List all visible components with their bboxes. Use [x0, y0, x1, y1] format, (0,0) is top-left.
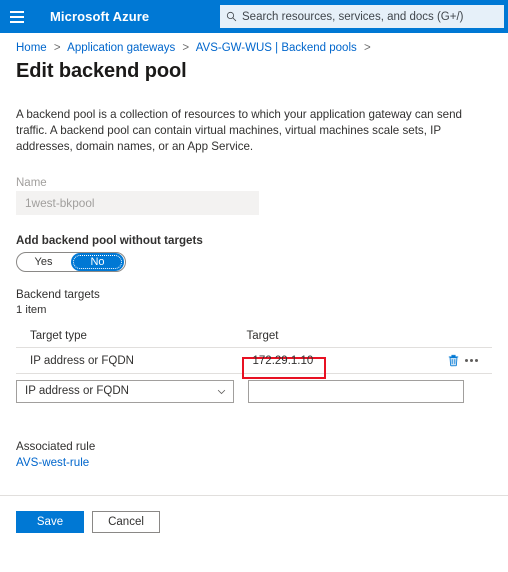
breadcrumb-separator: >	[363, 42, 371, 54]
name-field-label: Name	[16, 177, 47, 189]
breadcrumb: Home > Application gateways > AVS-GW-WUS…	[0, 33, 508, 54]
global-search-box[interactable]: Search resources, services, and docs (G+…	[220, 5, 504, 28]
page-description: A backend pool is a collection of resour…	[16, 108, 462, 153]
cell-target-value: 172.29.1.10	[252, 354, 314, 367]
breadcrumb-item-application-gateways[interactable]: Application gateways	[67, 42, 175, 54]
add-backend-pool-without-targets-toggle[interactable]: Yes No	[16, 252, 126, 272]
cell-target-type: IP address or FQDN	[30, 354, 134, 367]
hamburger-bar	[10, 20, 24, 23]
chevron-down-icon	[217, 389, 226, 394]
breadcrumb-separator: >	[182, 42, 190, 54]
cell-actions	[447, 354, 492, 367]
target-type-select[interactable]: IP address or FQDN	[16, 379, 234, 403]
ellipsis-dot	[470, 359, 474, 362]
trash-icon[interactable]	[447, 354, 460, 367]
save-button[interactable]: Save	[16, 511, 84, 533]
azure-brand-logo[interactable]: Microsoft Azure	[50, 9, 149, 24]
associated-rule-label: Associated rule	[16, 440, 96, 453]
breadcrumb-item-backend-pools[interactable]: AVS-GW-WUS | Backend pools	[196, 42, 357, 54]
breadcrumb-item-home[interactable]: Home	[16, 42, 47, 54]
breadcrumb-separator: >	[53, 42, 61, 54]
ellipsis-dot	[475, 359, 479, 362]
backend-targets-heading: Backend targets	[16, 288, 100, 301]
toggle-option-no[interactable]: No	[71, 253, 124, 271]
column-header-target: Target	[246, 329, 279, 342]
search-icon	[226, 11, 237, 22]
backend-targets-table: Target type Target IP address or FQDN 17…	[16, 324, 492, 406]
table-row: IP address or FQDN 172.29.1.10	[16, 348, 492, 379]
hamburger-bar	[10, 10, 24, 13]
global-search-placeholder: Search resources, services, and docs (G+…	[242, 10, 464, 23]
top-navigation-bar: Microsoft Azure Search resources, servic…	[0, 0, 508, 33]
add-without-targets-label: Add backend pool without targets	[16, 234, 203, 247]
page-content: Home > Application gateways > AVS-GW-WUS…	[0, 33, 508, 469]
backend-target-editor-row: IP address or FQDN	[16, 376, 492, 406]
target-type-select-value: IP address or FQDN	[25, 385, 129, 397]
hamburger-bar	[10, 15, 24, 18]
column-header-target-type: Target type	[30, 329, 87, 342]
ellipsis-icon[interactable]	[465, 359, 479, 362]
toggle-option-yes[interactable]: Yes	[17, 253, 70, 271]
cell-target: 172.29.1.10	[241, 354, 448, 379]
footer-divider	[0, 495, 508, 496]
associated-rule-link[interactable]: AVS-west-rule	[16, 456, 508, 469]
backend-targets-count: 1 item	[16, 304, 47, 316]
table-header-row: Target type Target	[16, 324, 492, 348]
name-input-value: 1west-bkpool	[25, 196, 95, 210]
target-input[interactable]	[248, 379, 464, 403]
page-title: Edit backend pool	[16, 60, 187, 82]
name-input: 1west-bkpool	[16, 191, 259, 215]
footer-actions: Save Cancel	[16, 511, 160, 533]
cancel-button[interactable]: Cancel	[92, 511, 160, 533]
ellipsis-dot	[465, 359, 469, 362]
hamburger-icon[interactable]	[0, 0, 34, 33]
